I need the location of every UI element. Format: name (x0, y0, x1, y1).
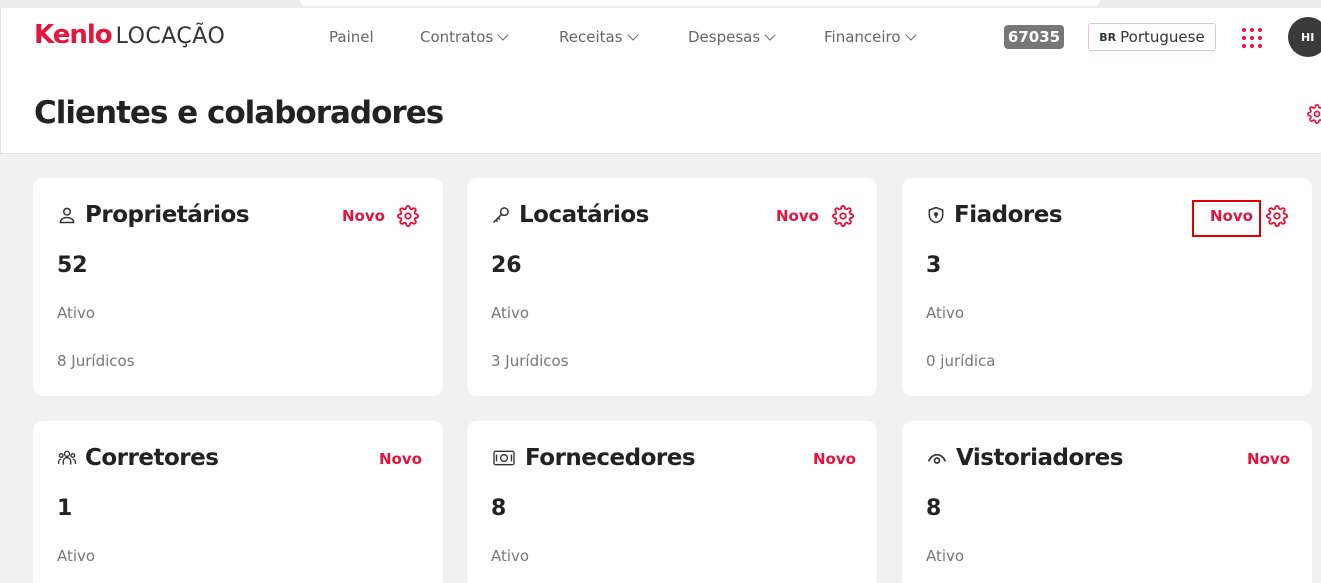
card-header: Corretores (57, 445, 219, 471)
card-title: Fiadores (954, 202, 1063, 228)
juridicos-label: 0 jurídica (926, 352, 996, 370)
new-button[interactable]: Novo (813, 450, 856, 468)
gear-icon[interactable] (1307, 104, 1321, 124)
card-fiadores[interactable]: Fiadores Novo 3 Ativo 0 jurídica (902, 178, 1312, 396)
language-selector[interactable]: BR Portuguese (1088, 23, 1216, 51)
card-title: Fornecedores (525, 445, 696, 471)
new-button[interactable]: Novo (1210, 207, 1253, 225)
count-value: 3 (926, 253, 942, 278)
status-label: Ativo (926, 547, 965, 565)
language-label: Portuguese (1120, 28, 1205, 46)
status-label: Ativo (926, 304, 965, 322)
page-title: Clientes e colaboradores (34, 95, 444, 131)
team-icon (58, 450, 76, 465)
chevron-down-icon (497, 29, 509, 41)
chevron-down-icon (626, 29, 639, 41)
card-proprietarios[interactable]: Proprietários Novo 52 Ativo 8 Jurídicos (33, 178, 443, 396)
card-title: Locatários (519, 202, 649, 228)
count-value: 8 (926, 496, 942, 521)
user-icon (59, 207, 75, 224)
card-title: Vistoriadores (956, 445, 1123, 471)
new-button[interactable]: Novo (776, 207, 819, 225)
count-value: 8 (491, 496, 507, 521)
flag-icon: BR (1099, 30, 1117, 44)
gear-icon[interactable] (397, 205, 419, 227)
chevron-down-icon (904, 29, 917, 41)
nav-label: Painel (329, 28, 374, 46)
count-value: 52 (57, 253, 88, 278)
header: Kenlo LOCAÇÃO Painel Contratos Receitas … (0, 8, 1321, 154)
nav-receitas[interactable]: Receitas (559, 28, 639, 46)
status-label: Ativo (57, 547, 96, 565)
gear-icon[interactable] (1266, 205, 1288, 227)
card-header: Proprietários (57, 202, 250, 228)
juridicos-label: 3 Jurídicos (491, 352, 569, 370)
nav-despesas[interactable]: Despesas (688, 28, 776, 46)
status-label: Ativo (57, 304, 96, 322)
top-pill (300, 0, 1100, 6)
nav-label: Receitas (559, 28, 623, 46)
count-value: 1 (57, 496, 73, 521)
card-header: Fiadores (926, 202, 1063, 228)
new-button[interactable]: Novo (379, 450, 422, 468)
nav-label: Despesas (688, 28, 761, 46)
juridicos-label: 8 Jurídicos (57, 352, 135, 370)
nav-financeiro[interactable]: Financeiro (824, 28, 917, 46)
code-badge[interactable]: 67035 (1004, 25, 1064, 49)
card-fornecedores[interactable]: Fornecedores Novo 8 Ativo (467, 421, 877, 583)
card-vistoriadores[interactable]: Vistoriadores Novo 8 Ativo (902, 421, 1312, 583)
eye-icon (927, 453, 947, 464)
status-label: Ativo (491, 304, 530, 322)
nav-contratos[interactable]: Contratos (420, 28, 509, 46)
avatar[interactable]: HI (1288, 17, 1321, 57)
browser-top-strip (0, 0, 1321, 8)
gear-icon[interactable] (832, 205, 854, 227)
nav-painel[interactable]: Painel (329, 28, 374, 46)
grid-dots-icon[interactable] (1242, 28, 1262, 48)
card-header: Vistoriadores (926, 445, 1123, 471)
card-title: Proprietários (85, 202, 250, 228)
logo-product: LOCAÇÃO (115, 24, 226, 49)
card-header: Fornecedores (491, 445, 696, 471)
card-header: Locatários (491, 202, 649, 228)
chevron-down-icon (764, 29, 776, 41)
supplier-icon (493, 450, 515, 466)
shield-icon (928, 206, 944, 224)
nav-label: Financeiro (824, 28, 901, 46)
key-icon (492, 207, 509, 224)
count-value: 26 (491, 253, 522, 278)
new-button[interactable]: Novo (342, 207, 385, 225)
new-button[interactable]: Novo (1247, 450, 1290, 468)
card-locatarios[interactable]: Locatários Novo 26 Ativo 3 Jurídicos (467, 178, 877, 396)
nav-label: Contratos (420, 28, 494, 46)
card-corretores[interactable]: Corretores Novo 1 Ativo (33, 421, 443, 583)
card-title: Corretores (85, 445, 219, 471)
status-label: Ativo (491, 547, 530, 565)
logo[interactable]: Kenlo LOCAÇÃO (34, 20, 225, 50)
logo-brand: Kenlo (34, 20, 113, 50)
